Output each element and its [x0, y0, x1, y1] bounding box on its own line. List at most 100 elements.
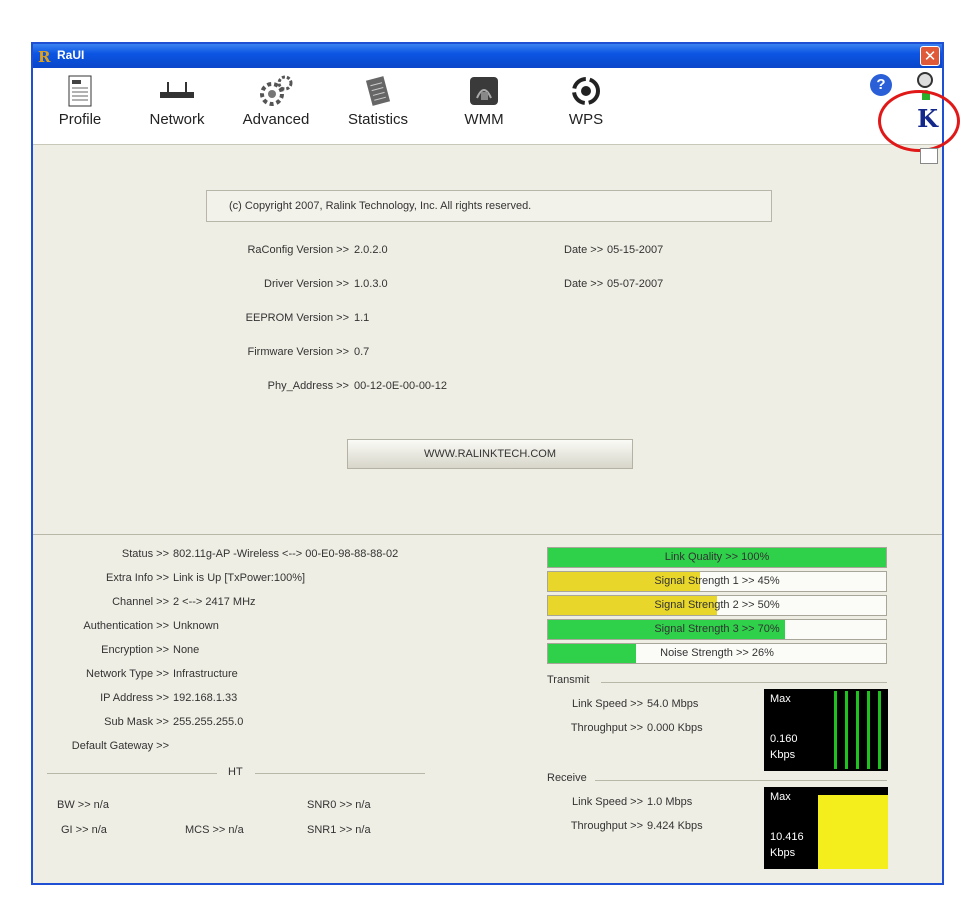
ht-bw: BW >> n/a [57, 799, 109, 811]
ralink-app-icon: R [38, 48, 51, 66]
tx-graph-value: 0.160 [770, 733, 798, 745]
radio-status-icon[interactable] [917, 72, 933, 88]
encryption-label: Encryption >> [101, 644, 169, 656]
toolbar-profile-button[interactable]: Profile [35, 72, 125, 128]
ht-group-line [255, 773, 425, 774]
raconfig-value: 2.0.2.0 [354, 244, 388, 256]
ip-address-value: 192.168.1.33 [173, 692, 238, 704]
eeprom-value: 1.1 [354, 312, 370, 324]
channel-label: Channel >> [112, 596, 169, 608]
wmm-icon [439, 72, 529, 110]
wps-icon [541, 72, 631, 110]
statistics-icon [333, 72, 423, 110]
tx-graph-bar [867, 691, 870, 769]
firmware-label: Firmware Version >> [247, 346, 349, 358]
toolbar-wmm-button[interactable]: WMM [439, 72, 529, 128]
status-value: 802.11g-AP -Wireless <--> 00-E0-98-88-88… [173, 548, 399, 560]
rx-graph-value: 10.416 [770, 831, 804, 843]
toolbar-label: Profile [58, 111, 102, 128]
ht-gi: GI >> n/a [61, 824, 107, 836]
highlight-circle [878, 90, 960, 152]
rx-link-speed-label: Link Speed >> [572, 796, 643, 808]
bar-label: Signal Strength 3 >> 70% [654, 623, 780, 635]
authentication-label: Authentication >> [83, 620, 169, 632]
receive-group-line [595, 780, 887, 781]
toolbar-label: Network [149, 111, 205, 128]
signal-strength-3-bar: Signal Strength 3 >> 70% [547, 619, 887, 640]
transmit-graph: Max 0.160 Kbps [764, 689, 888, 771]
ip-address-label: IP Address >> [100, 692, 169, 704]
toolbar-label: Advanced [242, 111, 310, 128]
authentication-value: Unknown [173, 620, 219, 632]
toolbar-label: WPS [568, 111, 604, 128]
receive-graph-area [818, 795, 888, 869]
tx-link-speed-label: Link Speed >> [572, 698, 643, 710]
sub-mask-label: Sub Mask >> [104, 716, 169, 728]
title-bar[interactable]: R RaUI ✕ [33, 44, 942, 68]
extra-info-label: Extra Info >> [106, 572, 169, 584]
rx-throughput-label: Throughput >> [570, 820, 643, 832]
toolbar: Profile Network Advanced Statistics WMM [33, 68, 942, 145]
bar-label: Link Quality >> 100% [664, 551, 770, 563]
toolbar-label: WMM [464, 111, 504, 128]
signal-strength-2-bar: Signal Strength 2 >> 50% [547, 595, 887, 616]
tx-throughput-label: Throughput >> [570, 722, 643, 734]
phy-address-label: Phy_Address >> [267, 380, 349, 392]
receive-graph: Max 10.416 Kbps [764, 787, 888, 869]
channel-value: 2 <--> 2417 MHz [173, 596, 256, 608]
ht-mcs: MCS >> n/a [185, 824, 244, 836]
tx-graph-unit: Kbps [770, 749, 796, 761]
signal-strength-1-bar: Signal Strength 1 >> 45% [547, 571, 887, 592]
transmit-group-title: Transmit [547, 674, 590, 686]
copyright-box: (c) Copyright 2007, Ralink Technology, I… [206, 190, 772, 222]
eeprom-label: EEPROM Version >> [245, 312, 349, 324]
website-button[interactable]: WWW.RALINKTECH.COM [347, 439, 633, 469]
network-type-value: Infrastructure [173, 668, 238, 680]
profile-icon [35, 72, 125, 110]
extra-info-value: Link is Up [TxPower:100%] [173, 572, 306, 584]
rx-throughput-value: 9.424 Kbps [647, 820, 703, 832]
section-divider [33, 534, 942, 535]
driver-date: 05-07-2007 [607, 278, 664, 290]
status-label: Status >> [121, 548, 169, 560]
tx-throughput-value: 0.000 Kbps [647, 722, 703, 734]
receive-group-title: Receive [547, 772, 587, 784]
toolbar-wps-button[interactable]: WPS [541, 72, 631, 128]
tx-link-speed-value: 54.0 Mbps [647, 698, 699, 710]
close-button[interactable]: ✕ [920, 46, 940, 66]
bar-label: Signal Strength 2 >> 50% [654, 599, 780, 611]
help-icon[interactable]: ? [870, 74, 892, 96]
noise-strength-bar: Noise Strength >> 26% [547, 643, 887, 664]
network-icon [132, 72, 222, 110]
rx-link-speed-value: 1.0 Mbps [647, 796, 693, 808]
bar-label: Noise Strength >> 26% [660, 647, 774, 659]
bar-label: Signal Strength 1 >> 45% [654, 575, 780, 587]
driver-value: 1.0.3.0 [354, 278, 388, 290]
firmware-value: 0.7 [354, 346, 370, 358]
transmit-group-line [601, 682, 887, 683]
rx-graph-max: Max [770, 791, 791, 803]
ht-group-line [47, 773, 217, 774]
raconfig-date: 05-15-2007 [607, 244, 664, 256]
driver-label: Driver Version >> [264, 278, 349, 290]
raconfig-label: RaConfig Version >> [247, 244, 349, 256]
link-quality-bar: Link Quality >> 100% [547, 547, 887, 568]
tx-graph-bar [845, 691, 848, 769]
advanced-icon [231, 72, 321, 110]
tooltip-fragment [920, 148, 938, 164]
tx-graph-bar [834, 691, 837, 769]
phy-address-value: 00-12-0E-00-00-12 [354, 380, 447, 392]
toolbar-statistics-button[interactable]: Statistics [333, 72, 423, 128]
encryption-value: None [173, 644, 200, 656]
tx-graph-max: Max [770, 693, 791, 705]
default-gateway-label: Default Gateway >> [71, 740, 169, 752]
toolbar-network-button[interactable]: Network [132, 72, 222, 128]
ht-snr0: SNR0 >> n/a [307, 799, 371, 811]
ht-group-title: HT [228, 766, 243, 778]
tx-graph-bar [856, 691, 859, 769]
toolbar-advanced-button[interactable]: Advanced [231, 72, 321, 128]
tx-graph-bar [878, 691, 881, 769]
rx-graph-unit: Kbps [770, 847, 796, 859]
toolbar-label: Statistics [347, 111, 408, 128]
raui-window: R RaUI ✕ Profile Network Advanced Statis… [31, 42, 944, 885]
